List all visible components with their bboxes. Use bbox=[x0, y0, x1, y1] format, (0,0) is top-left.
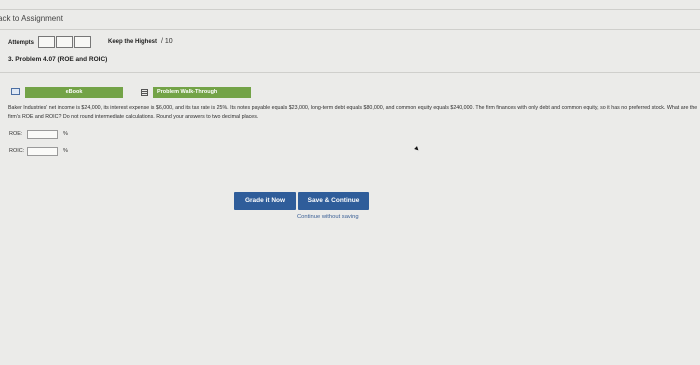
roic-percent-unit: % bbox=[63, 148, 68, 154]
walkthrough-icon bbox=[141, 89, 148, 96]
roic-label: ROIC: bbox=[9, 148, 25, 154]
problem-title: 3. Problem 4.07 (ROE and ROIC) bbox=[8, 56, 108, 63]
attempt-box-3 bbox=[74, 36, 91, 48]
roic-input[interactable] bbox=[27, 147, 58, 156]
mouse-cursor-icon bbox=[414, 146, 420, 152]
attempts-label: Attempts bbox=[8, 40, 35, 46]
ebook-button[interactable]: eBook bbox=[25, 87, 123, 98]
problem-divider bbox=[0, 72, 700, 73]
problem-walkthrough-button[interactable]: Problem Walk-Through bbox=[153, 87, 251, 98]
grade-it-now-button[interactable]: Grade it Now bbox=[234, 192, 296, 210]
roe-percent-unit: % bbox=[63, 131, 68, 137]
roe-label: ROE: bbox=[9, 131, 23, 137]
header-divider bbox=[0, 29, 700, 30]
problem-text: Baker Industries' net income is $24,000,… bbox=[8, 105, 698, 120]
top-divider bbox=[0, 9, 700, 10]
save-and-continue-button[interactable]: Save & Continue bbox=[298, 192, 369, 210]
back-to-assignment-link[interactable]: ack to Assignment bbox=[0, 14, 63, 23]
continue-without-saving-link[interactable]: Continue without saving bbox=[297, 214, 359, 220]
attempt-box-2 bbox=[56, 36, 73, 48]
score-display: / 10 bbox=[161, 38, 173, 45]
keep-highest-label: Keep the Highest bbox=[108, 39, 158, 45]
roe-input[interactable] bbox=[27, 130, 58, 139]
ebook-icon bbox=[11, 88, 20, 95]
attempt-box-1 bbox=[38, 36, 55, 48]
